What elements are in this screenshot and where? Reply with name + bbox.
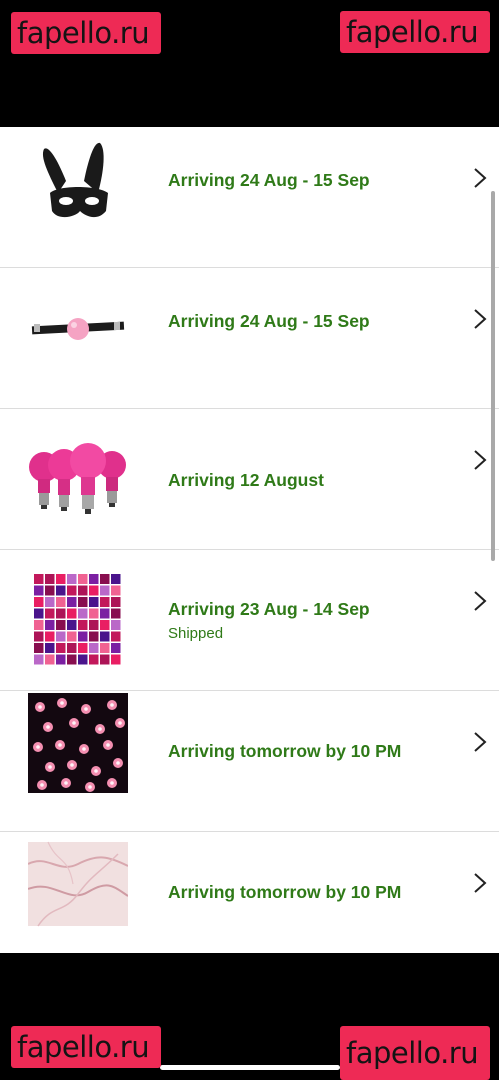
watermark-top-left: fapello.ru	[11, 12, 161, 54]
home-indicator[interactable]	[160, 1065, 340, 1070]
order-row[interactable]: Arriving tomorrow by 10 PM	[0, 832, 499, 953]
order-row[interactable]: Arriving tomorrow by 10 PM	[0, 691, 499, 832]
chevron-right-icon[interactable]	[473, 167, 487, 189]
arrival-text: Arriving 23 Aug - 14 Sep	[168, 599, 370, 619]
order-row[interactable]: Arriving 24 Aug - 15 Sep	[0, 268, 499, 409]
chevron-right-icon[interactable]	[473, 731, 487, 753]
arrival-text: Arriving tomorrow by 10 PM	[168, 741, 402, 761]
order-row[interactable]: Arriving 24 Aug - 15 Sep	[0, 127, 499, 268]
ball-gag-icon	[28, 288, 128, 388]
pink-bulbs-icon	[28, 427, 128, 527]
flower-lights-icon	[28, 693, 128, 793]
arrival-text: Arriving 24 Aug - 15 Sep	[168, 311, 370, 331]
chevron-right-icon[interactable]	[473, 590, 487, 612]
arrival-text: Arriving 12 August	[168, 470, 324, 490]
order-list: Arriving 24 Aug - 15 Sep Arriving 24 Aug…	[0, 127, 499, 953]
scrollbar[interactable]	[491, 191, 495, 561]
chevron-right-icon[interactable]	[473, 872, 487, 894]
watermark-top-right: fapello.ru	[340, 11, 490, 53]
shipment-status: Shipped	[168, 625, 224, 642]
chevron-right-icon[interactable]	[473, 308, 487, 330]
marble-tapestry-icon	[28, 834, 128, 934]
order-row[interactable]: Arriving 12 August	[0, 409, 499, 550]
watermark-bottom-left: fapello.ru	[11, 1026, 161, 1068]
arrival-text: Arriving tomorrow by 10 PM	[168, 882, 402, 902]
photo-collage-icon	[28, 570, 128, 670]
arrival-text: Arriving 24 Aug - 15 Sep	[168, 170, 370, 190]
watermark-bottom-right: fapello.ru	[340, 1026, 490, 1080]
chevron-right-icon[interactable]	[473, 449, 487, 471]
bunny-mask-icon	[28, 135, 128, 235]
order-row[interactable]: Arriving 23 Aug - 14 Sep Shipped	[0, 550, 499, 691]
